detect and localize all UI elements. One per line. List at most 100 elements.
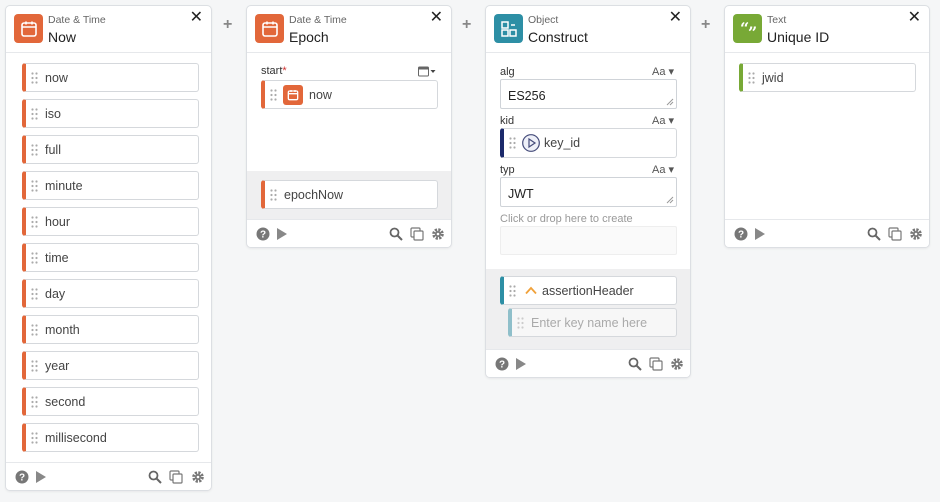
kid-value: key_id [544,136,581,150]
drag-handle-icon[interactable] [31,144,38,156]
search-icon[interactable] [389,227,403,241]
calendar-icon [255,14,284,43]
copy-icon[interactable] [410,227,424,241]
output-token[interactable]: month [22,315,199,344]
output-token[interactable]: time [22,243,199,272]
help-icon[interactable]: ? [15,470,29,484]
output-token[interactable]: minute [22,171,199,200]
construct-card-header: Object Construct ✕ [486,6,690,53]
resize-handle-icon[interactable] [666,98,674,106]
alg-input[interactable]: ES256 [500,79,677,109]
drag-handle-icon[interactable] [270,89,277,101]
drag-handle-icon[interactable] [31,288,38,300]
typ-value: JWT [508,187,534,201]
card-category: Date & Time [48,14,106,26]
add-step-button[interactable]: + [462,16,471,34]
output-token[interactable]: iso [22,99,199,128]
start-field-label: start* [261,65,287,77]
output-token[interactable]: day [22,279,199,308]
svg-text:?: ? [738,230,744,241]
close-icon[interactable]: ✕ [430,10,443,26]
card-title: Construct [528,29,588,45]
copy-icon[interactable] [169,470,183,484]
calendar-icon [14,14,43,43]
output-token[interactable]: year [22,351,199,380]
epoch-card: Date & Time Epoch ✕ start* now epochNow … [246,5,452,248]
drag-handle-icon[interactable] [517,317,524,329]
add-step-button[interactable]: + [701,16,710,34]
search-icon[interactable] [148,470,162,484]
help-icon[interactable]: ? [495,357,509,371]
unique-id-card: “” Text Unique ID ✕ jwid ? [724,5,930,248]
drag-handle-icon[interactable] [31,180,38,192]
close-icon[interactable]: ✕ [669,10,682,26]
drag-handle-icon[interactable] [31,432,38,444]
search-icon[interactable] [628,357,642,371]
drag-handle-icon[interactable] [509,285,516,297]
drop-hint: Click or drop here to create [500,213,633,225]
start-value: now [309,88,332,102]
copy-icon[interactable] [888,227,902,241]
output-token[interactable]: now [22,63,199,92]
output-label: assertionHeader [542,284,634,298]
drag-handle-icon[interactable] [31,252,38,264]
output-token-jwid[interactable]: jwid [739,63,916,92]
output-label: now [45,71,68,85]
play-icon[interactable] [753,227,767,241]
gear-icon[interactable] [670,357,684,371]
gear-icon[interactable] [909,227,923,241]
help-icon[interactable]: ? [734,227,748,241]
key-name-input[interactable]: Enter key name here [508,308,677,337]
card-title: Unique ID [767,29,830,45]
drag-handle-icon[interactable] [270,189,277,201]
now-card-header: Date & Time Now ✕ [6,6,211,53]
drag-handle-icon[interactable] [31,324,38,336]
close-icon[interactable]: ✕ [190,10,203,26]
drag-handle-icon[interactable] [748,72,755,84]
copy-icon[interactable] [649,357,663,371]
help-icon[interactable]: ? [256,227,270,241]
output-token-epochNow[interactable]: epochNow [261,180,438,209]
start-input-token[interactable]: now [261,80,438,109]
play-icon[interactable] [275,227,289,241]
play-icon[interactable] [514,357,528,371]
drag-handle-icon[interactable] [31,108,38,120]
drag-handle-icon[interactable] [31,360,38,372]
type-toggle-aa[interactable]: Aa ▾ [652,114,674,127]
gear-icon[interactable] [191,470,205,484]
svg-text:”: ” [748,23,757,38]
output-token[interactable]: full [22,135,199,164]
add-step-button[interactable]: + [223,16,232,34]
new-field-dropzone[interactable] [500,226,677,255]
kid-input-token[interactable]: key_id [500,128,677,158]
calendar-icon [283,85,303,105]
resize-handle-icon[interactable] [666,196,674,204]
object-grid-icon [494,14,523,43]
svg-text:?: ? [499,360,505,371]
type-toggle-aa[interactable]: Aa ▾ [652,163,674,176]
card-footer: ? [247,219,451,247]
drag-handle-icon[interactable] [31,72,38,84]
card-footer: ? [486,349,690,377]
output-token[interactable]: millisecond [22,423,199,452]
calendar-dropdown-icon[interactable] [418,66,436,77]
type-toggle-aa[interactable]: Aa ▾ [652,65,674,78]
drag-handle-icon[interactable] [31,216,38,228]
output-label: time [45,251,69,265]
epoch-card-header: Date & Time Epoch ✕ [247,6,451,53]
close-icon[interactable]: ✕ [908,10,921,26]
output-token-assertionHeader[interactable]: assertionHeader [500,276,677,305]
chevron-up-icon[interactable] [525,286,537,295]
card-category: Object [528,14,559,26]
unique-id-card-header: “” Text Unique ID ✕ [725,6,929,53]
output-token[interactable]: hour [22,207,199,236]
output-label: day [45,287,66,301]
play-icon[interactable] [34,470,48,484]
typ-input[interactable]: JWT [500,177,677,207]
search-icon[interactable] [867,227,881,241]
output-token[interactable]: second [22,387,199,416]
output-label: month [45,323,80,337]
drag-handle-icon[interactable] [509,137,516,149]
drag-handle-icon[interactable] [31,396,38,408]
gear-icon[interactable] [431,227,445,241]
